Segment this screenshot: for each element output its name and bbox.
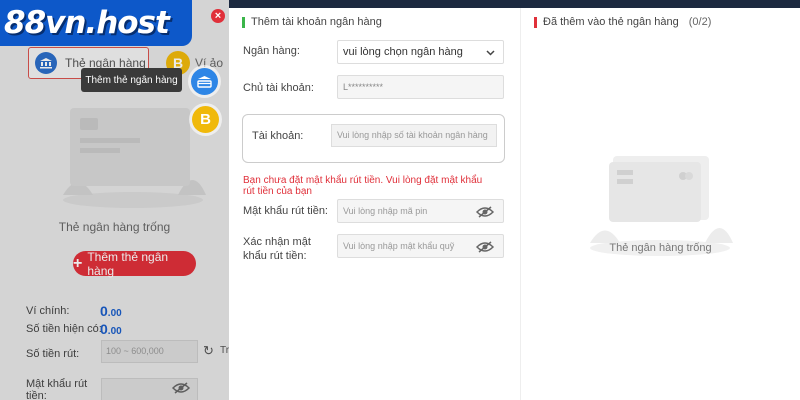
form-title: Thêm tài khoản ngân hàng: [251, 16, 382, 28]
bank-select-value: vui lòng chọn ngân hàng: [343, 46, 463, 58]
bank-card-icon: [197, 76, 212, 88]
chevron-down-icon: [486, 50, 495, 56]
confirm-password-label: Xác nhận mật khẩu rút tiền:: [243, 236, 311, 262]
bitcoin-icon: B: [200, 111, 211, 128]
add-bank-account-form: Thêm tài khoản ngân hàng Ngân hàng: vui …: [229, 8, 520, 400]
wallet-page-background: Thẻ ngân hàng B Ví ảo Thẻ ngân hàng trốn…: [0, 0, 229, 400]
withdraw-password-warning: Bạn chưa đặt mật khẩu rút tiền. Vui lòng…: [243, 175, 483, 197]
eye-slash-icon[interactable]: [476, 241, 494, 253]
bank-label: Ngân hàng:: [243, 45, 300, 57]
withdraw-pin-placeholder: Vui lòng nhập mã pin: [343, 206, 428, 216]
confirm-password-placeholder: Vui lòng nhập mật khẩu quỹ: [343, 241, 455, 251]
account-holder-label: Chủ tài khoản:: [243, 82, 314, 94]
bank-select[interactable]: vui lòng chọn ngân hàng: [337, 40, 504, 64]
added-cards-header: Đã thêm vào thẻ ngân hàng (0/2): [534, 16, 711, 28]
header-accent-bar: [534, 16, 537, 28]
account-holder-field[interactable]: L**********: [337, 75, 504, 99]
added-cards-count: (0/2): [688, 16, 712, 28]
add-bank-card-side-button[interactable]: [191, 68, 218, 95]
account-number-group: Tài khoản: Vui lòng nhập số tài khoản ng…: [242, 114, 505, 163]
overlay-dim: [0, 0, 229, 400]
withdraw-pin-label: Mật khẩu rút tiền:: [243, 205, 328, 217]
header-accent-bar: [242, 16, 245, 28]
brand-logo: 88vn.host: [0, 0, 192, 46]
add-bank-card-tooltip: Thêm thẻ ngân hàng: [81, 68, 182, 92]
eye-slash-icon[interactable]: [476, 206, 494, 218]
account-number-input[interactable]: Vui lòng nhập số tài khoản ngân hàng: [331, 124, 497, 147]
close-icon[interactable]: ×: [211, 9, 225, 23]
confirm-password-input[interactable]: Vui lòng nhập mật khẩu quỹ: [337, 234, 504, 258]
withdraw-pin-input[interactable]: Vui lòng nhập mã pin: [337, 199, 504, 223]
brand-logo-text: 88vn.host: [4, 5, 170, 41]
added-cards-title: Đã thêm vào thẻ ngân hàng: [543, 16, 679, 28]
virtual-wallet-side-button[interactable]: B: [192, 106, 219, 133]
form-header: Thêm tài khoản ngân hàng: [242, 16, 382, 28]
added-cards-empty-text: Thẻ ngân hàng trống: [609, 242, 712, 254]
account-number-label: Tài khoản:: [252, 130, 304, 142]
added-cards-panel: Đã thêm vào thẻ ngân hàng (0/2) Thẻ ngân…: [521, 8, 800, 400]
